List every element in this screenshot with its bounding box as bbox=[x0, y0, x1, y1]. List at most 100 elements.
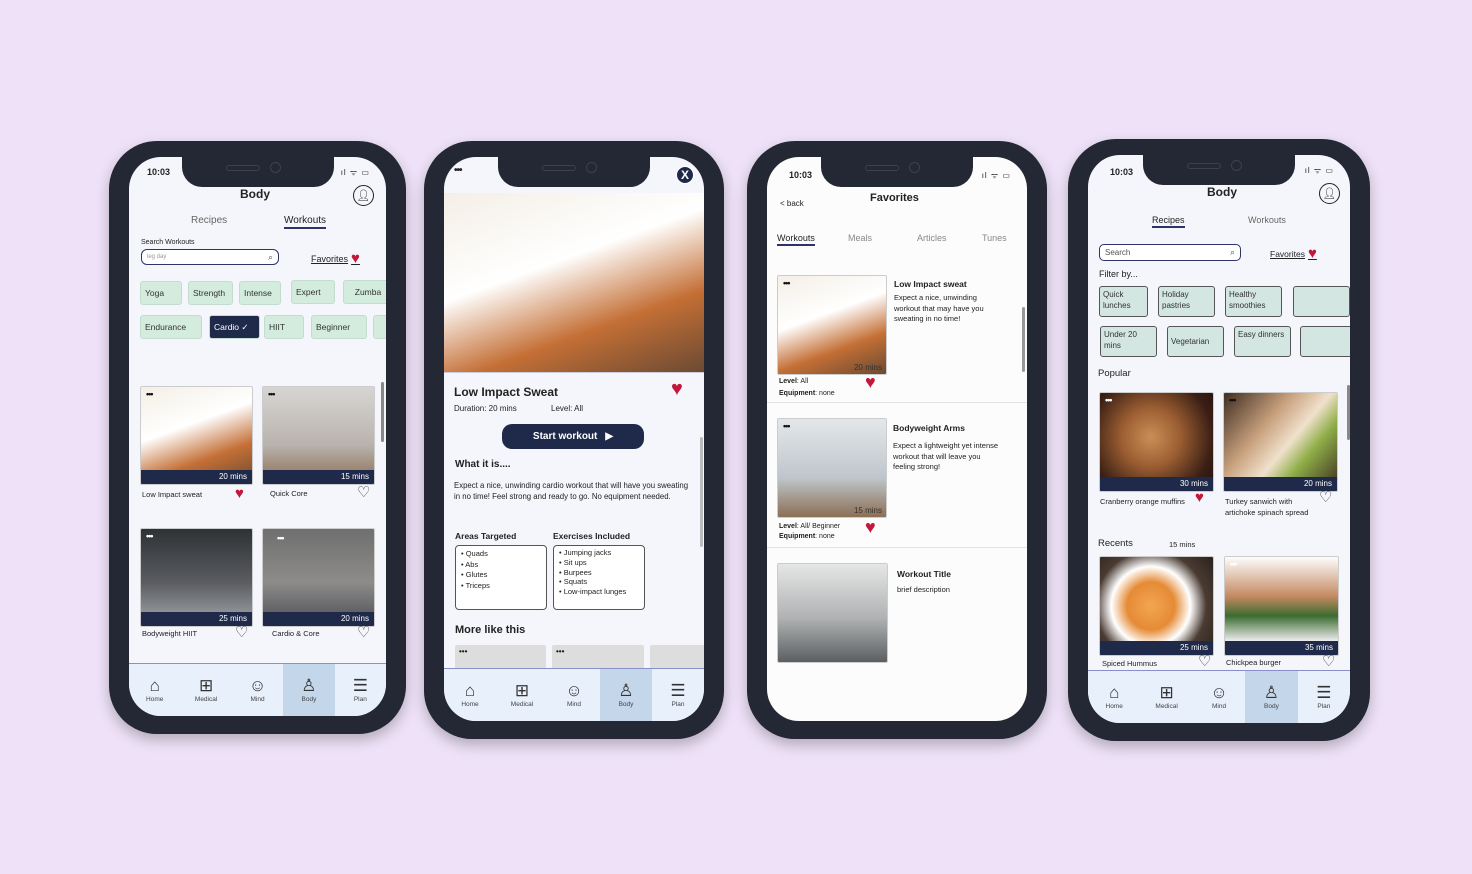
heart-outline-icon[interactable]: ♡ bbox=[357, 485, 370, 500]
tab-articles[interactable]: Articles bbox=[917, 233, 947, 243]
page-title: Body bbox=[240, 187, 270, 201]
heart-outline-icon[interactable]: ♡ bbox=[1319, 490, 1332, 505]
filter-chip[interactable]: Vegetarian bbox=[1167, 326, 1224, 357]
heart-filled-icon[interactable]: ♥ bbox=[865, 373, 876, 391]
nav-plan[interactable]: ☰ Plan bbox=[652, 669, 704, 721]
search-placeholder: Search bbox=[1105, 248, 1131, 257]
heart-filled-icon[interactable]: ♥ bbox=[865, 518, 876, 536]
filter-chip[interactable] bbox=[1293, 286, 1350, 317]
chip-beginner[interactable]: Beginner bbox=[311, 315, 367, 339]
related-card[interactable]: ••• bbox=[455, 645, 546, 669]
tab-workouts[interactable]: Workouts bbox=[284, 215, 327, 229]
chip-hiit[interactable]: HIIT bbox=[264, 315, 304, 339]
nav-home[interactable]: ⌂ Home bbox=[444, 669, 496, 721]
heart-filled-icon[interactable]: ♥ bbox=[671, 379, 683, 399]
scrollbar[interactable] bbox=[381, 382, 384, 442]
more-icon[interactable]: ••• bbox=[146, 389, 154, 399]
filter-chip[interactable]: Under 20 mins bbox=[1100, 326, 1157, 357]
nav-medical[interactable]: ⊞ Medical bbox=[1140, 671, 1192, 723]
heart-filled-icon[interactable]: ♥ bbox=[1195, 490, 1204, 505]
close-button[interactable]: X bbox=[676, 166, 694, 184]
heart-outline-icon[interactable]: ♡ bbox=[1198, 654, 1211, 669]
chip-cardio-selected[interactable]: Cardio ✓ bbox=[209, 315, 260, 339]
back-link[interactable]: < back bbox=[780, 199, 804, 208]
recipe-card[interactable]: ••• 35 mins bbox=[1224, 556, 1339, 656]
nav-body[interactable]: ♙ Body bbox=[600, 669, 652, 721]
profile-button[interactable]: 👤︎ bbox=[1319, 183, 1340, 204]
related-card[interactable] bbox=[650, 645, 704, 669]
nav-body[interactable]: ♙ Body bbox=[1245, 671, 1298, 723]
favorites-link[interactable]: Favorites ♥ bbox=[311, 251, 360, 266]
related-card[interactable]: ••• bbox=[552, 645, 644, 669]
filter-chip[interactable]: Quick lunches bbox=[1099, 286, 1148, 317]
favorite-workout-card[interactable]: ••• 20 mins bbox=[777, 275, 887, 375]
chip-zumba[interactable]: Zumba bbox=[343, 280, 386, 304]
search-input[interactable]: leg day ⌕ bbox=[141, 249, 279, 265]
chip-strength[interactable]: Strength bbox=[188, 281, 233, 305]
level-label: Level bbox=[779, 378, 797, 385]
workout-card[interactable]: ••• 20 mins bbox=[262, 528, 375, 627]
equipment-label: Equipment bbox=[779, 533, 816, 540]
favorite-workout-card[interactable] bbox=[777, 563, 888, 663]
tab-recipes[interactable]: Recipes bbox=[191, 215, 227, 226]
workout-card[interactable]: ••• 25 mins bbox=[140, 528, 253, 627]
tab-recipes[interactable]: Recipes bbox=[1152, 215, 1185, 228]
more-icon[interactable]: ••• bbox=[1105, 395, 1113, 405]
nav-medical[interactable]: ⊞ Medical bbox=[180, 664, 231, 716]
search-input[interactable]: Search ⌕ bbox=[1099, 244, 1241, 261]
nav-medical[interactable]: ⊞ Medical bbox=[496, 669, 548, 721]
scrollbar[interactable] bbox=[700, 437, 703, 547]
tab-workouts[interactable]: Workouts bbox=[777, 233, 815, 246]
start-workout-button[interactable]: Start workout ▶ bbox=[502, 424, 644, 449]
tab-workouts[interactable]: Workouts bbox=[1248, 215, 1286, 225]
more-icon[interactable]: ••• bbox=[1230, 559, 1238, 569]
scrollbar[interactable] bbox=[1022, 307, 1025, 372]
profile-button[interactable]: 👤︎ bbox=[353, 185, 374, 206]
more-icon[interactable]: ••• bbox=[1229, 395, 1237, 405]
filter-chip[interactable]: Easy dinners bbox=[1234, 326, 1291, 357]
more-icon[interactable]: ••• bbox=[277, 533, 285, 543]
recipe-card[interactable]: ••• 20 mins bbox=[1223, 392, 1338, 492]
favorite-workout-card[interactable]: ••• 15 mins bbox=[777, 418, 887, 518]
nav-mind[interactable]: ☺ Mind bbox=[1193, 671, 1245, 723]
heart-outline-icon[interactable]: ♡ bbox=[235, 625, 248, 640]
nav-mind[interactable]: ☺ Mind bbox=[548, 669, 600, 721]
more-icon[interactable]: ••• bbox=[783, 421, 791, 431]
heart-outline-icon[interactable]: ♡ bbox=[1322, 654, 1335, 669]
tab-tunes[interactable]: Tunes bbox=[982, 233, 1007, 243]
workout-card[interactable]: ••• 15 mins bbox=[262, 386, 375, 485]
search-label: Search Workouts bbox=[141, 239, 195, 246]
filter-chip[interactable]: Healthy smoothies bbox=[1225, 286, 1282, 317]
status-time: 10:03 bbox=[789, 170, 813, 180]
favorites-link[interactable]: Favorites ♥ bbox=[1270, 246, 1317, 261]
more-icon[interactable]: ••• bbox=[268, 389, 276, 399]
more-icon[interactable]: ••• bbox=[783, 278, 791, 288]
filter-chip[interactable]: Holiday pastries bbox=[1158, 286, 1215, 317]
chip-intense[interactable]: Intense bbox=[239, 281, 281, 305]
recipe-card[interactable]: 25 mins bbox=[1099, 556, 1214, 656]
nav-body[interactable]: ♙ Body bbox=[283, 664, 335, 716]
heart-icon: ♥ bbox=[351, 250, 360, 267]
nav-home[interactable]: ⌂ Home bbox=[129, 664, 180, 716]
menu-icon[interactable]: ••• bbox=[454, 165, 462, 176]
nav-plan[interactable]: ☰ Plan bbox=[335, 664, 386, 716]
workout-image bbox=[778, 419, 886, 517]
nav-home[interactable]: ⌂ Home bbox=[1088, 671, 1140, 723]
workout-card[interactable]: ••• 20 mins bbox=[140, 386, 253, 485]
chip-more[interactable] bbox=[373, 315, 386, 339]
nav-label: Body bbox=[301, 696, 317, 703]
heart-filled-icon[interactable]: ♥ bbox=[235, 486, 244, 501]
list-item: Sit ups bbox=[559, 558, 639, 568]
heart-outline-icon[interactable]: ♡ bbox=[357, 625, 370, 640]
nav-mind[interactable]: ☺ Mind bbox=[232, 664, 283, 716]
nav-plan[interactable]: ☰ Plan bbox=[1298, 671, 1350, 723]
filter-chip[interactable] bbox=[1300, 326, 1350, 357]
more-icon[interactable]: ••• bbox=[146, 531, 154, 541]
chip-endurance[interactable]: Endurance bbox=[140, 315, 202, 339]
screen: 10:03 ıl ᯤ ▭ Body 👤︎ Recipes Workouts Se… bbox=[1088, 155, 1350, 723]
chip-expert[interactable]: Expert bbox=[291, 280, 335, 304]
recipe-card[interactable]: ••• 30 mins bbox=[1099, 392, 1214, 492]
tab-meals[interactable]: Meals bbox=[848, 233, 872, 243]
chip-yoga[interactable]: Yoga bbox=[140, 281, 182, 305]
scrollbar[interactable] bbox=[1347, 385, 1350, 440]
